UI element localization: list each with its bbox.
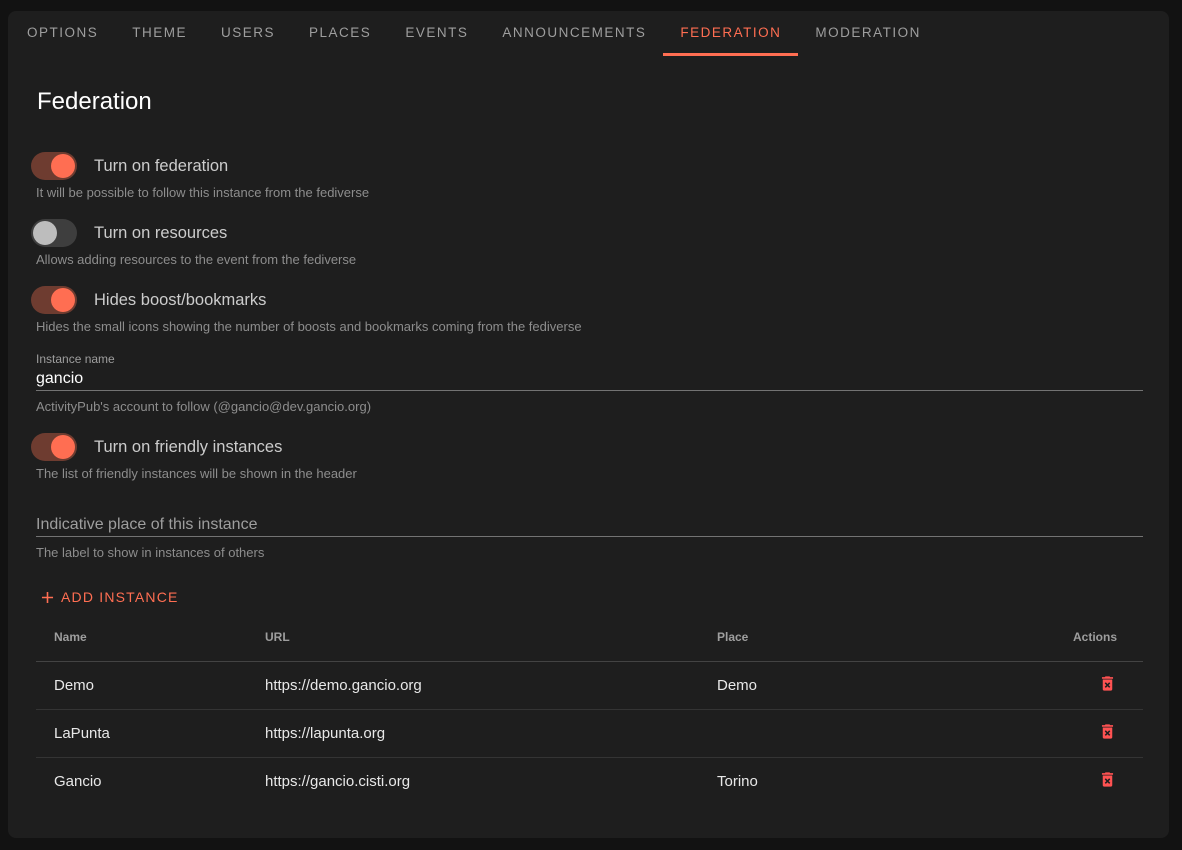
federation-toggle-row: Turn on federation xyxy=(31,152,1143,180)
column-header-url: URL xyxy=(247,613,699,661)
instance-url-cell: https://gancio.cisti.org xyxy=(247,757,699,805)
friendly-instances-toggle-label: Turn on friendly instances xyxy=(94,438,282,457)
friendly-instances-toggle[interactable] xyxy=(31,433,77,461)
instance-place-cell: Torino xyxy=(699,757,999,805)
instance-url-cell: https://lapunta.org xyxy=(247,709,699,757)
tab-theme[interactable]: THEME xyxy=(115,11,204,56)
friendly-toggle-row: Turn on friendly instances xyxy=(31,433,1143,461)
instance-name-cell: LaPunta xyxy=(36,709,247,757)
delete-instance-button[interactable] xyxy=(1098,674,1117,693)
plus-icon xyxy=(38,588,57,607)
table-row: LaPunta https://lapunta.org xyxy=(36,709,1143,757)
resources-toggle-hint: Allows adding resources to the event fro… xyxy=(36,252,1143,268)
trash-delete-icon xyxy=(1098,674,1117,693)
instance-place-field: The label to show in instances of others xyxy=(36,513,1143,561)
instances-table: Name URL Place Actions Demo https://demo… xyxy=(36,613,1143,805)
tab-options[interactable]: OPTIONS xyxy=(10,11,115,56)
admin-settings-card: OPTIONS THEME USERS PLACES EVENTS ANNOUN… xyxy=(8,11,1169,838)
tab-announcements[interactable]: ANNOUNCEMENTS xyxy=(485,11,663,56)
tab-places[interactable]: PLACES xyxy=(292,11,388,56)
tab-federation[interactable]: FEDERATION xyxy=(663,11,798,56)
federation-toggle-label: Turn on federation xyxy=(94,157,228,176)
friendly-instances-toggle-hint: The list of friendly instances will be s… xyxy=(36,466,1143,482)
instance-place-input[interactable] xyxy=(36,513,1143,537)
add-instance-button-label: ADD INSTANCE xyxy=(61,589,179,605)
trash-delete-icon xyxy=(1098,770,1117,789)
trash-delete-icon xyxy=(1098,722,1117,741)
instance-place-cell: Demo xyxy=(699,661,999,709)
instance-name-cell: Gancio xyxy=(36,757,247,805)
instance-place-cell xyxy=(699,709,999,757)
column-header-place: Place xyxy=(699,613,999,661)
column-header-actions: Actions xyxy=(999,613,1143,661)
federation-settings: Federation Turn on federation It will be… xyxy=(8,86,1169,805)
tab-events[interactable]: EVENTS xyxy=(388,11,485,56)
delete-instance-button[interactable] xyxy=(1098,722,1117,741)
table-row: Demo https://demo.gancio.org Demo xyxy=(36,661,1143,709)
hide-boost-toggle-hint: Hides the small icons showing the number… xyxy=(36,319,1143,335)
tab-moderation[interactable]: MODERATION xyxy=(798,11,938,56)
toggle-thumb xyxy=(51,154,75,178)
hide-boost-toggle[interactable] xyxy=(31,286,77,314)
instance-name-field: Instance name ActivityPub's account to f… xyxy=(36,351,1143,415)
instance-place-hint: The label to show in instances of others xyxy=(36,545,1143,561)
table-row: Gancio https://gancio.cisti.org Torino xyxy=(36,757,1143,805)
toggle-thumb xyxy=(33,221,57,245)
add-instance-button[interactable]: ADD INSTANCE xyxy=(36,583,181,611)
tab-users[interactable]: USERS xyxy=(204,11,292,56)
federation-toggle[interactable] xyxy=(31,152,77,180)
admin-tab-bar: OPTIONS THEME USERS PLACES EVENTS ANNOUN… xyxy=(8,11,1169,56)
instance-name-label: Instance name xyxy=(36,351,1143,367)
boost-toggle-row: Hides boost/bookmarks xyxy=(31,286,1143,314)
instance-name-cell: Demo xyxy=(36,661,247,709)
instance-name-hint: ActivityPub's account to follow (@gancio… xyxy=(36,399,1143,415)
column-header-name: Name xyxy=(36,613,247,661)
page-title: Federation xyxy=(37,86,1143,118)
resources-toggle-label: Turn on resources xyxy=(94,224,227,243)
hide-boost-toggle-label: Hides boost/bookmarks xyxy=(94,291,266,310)
toggle-thumb xyxy=(51,435,75,459)
toggle-thumb xyxy=(51,288,75,312)
instance-name-input[interactable] xyxy=(36,367,1143,391)
delete-instance-button[interactable] xyxy=(1098,770,1117,789)
resources-toggle[interactable] xyxy=(31,219,77,247)
federation-toggle-hint: It will be possible to follow this insta… xyxy=(36,185,1143,201)
instance-url-cell: https://demo.gancio.org xyxy=(247,661,699,709)
table-header-row: Name URL Place Actions xyxy=(36,613,1143,661)
resources-toggle-row: Turn on resources xyxy=(31,219,1143,247)
